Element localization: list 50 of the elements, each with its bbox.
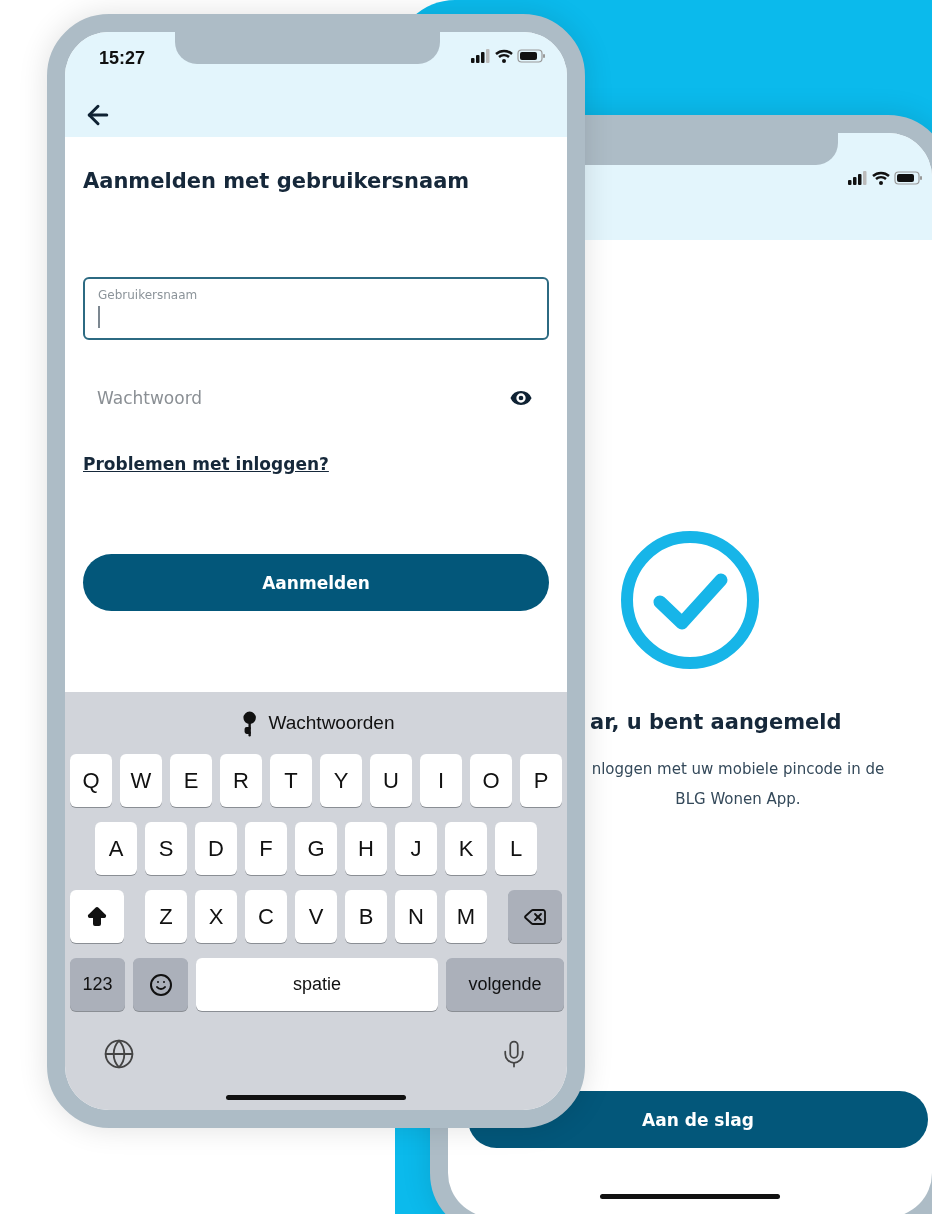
- keyboard-key[interactable]: S: [145, 822, 187, 875]
- keyboard-key[interactable]: Y: [320, 754, 362, 807]
- numbers-key[interactable]: 123: [70, 958, 125, 1011]
- keyboard-key[interactable]: L: [495, 822, 537, 875]
- keyboard-key[interactable]: K: [445, 822, 487, 875]
- success-title: ar, u bent aangemeld: [590, 710, 842, 734]
- backspace-key[interactable]: [508, 890, 562, 943]
- signal-icon: [471, 49, 490, 63]
- checkmark-circle-icon: [620, 530, 760, 670]
- keyboard-key[interactable]: A: [95, 822, 137, 875]
- keyboard-key[interactable]: H: [345, 822, 387, 875]
- keyboard-key[interactable]: B: [345, 890, 387, 943]
- keyboard-key[interactable]: N: [395, 890, 437, 943]
- keyboard-key[interactable]: J: [395, 822, 437, 875]
- success-message: nloggen met uw mobiele pincode in de BLG Wonen App.: [590, 759, 886, 810]
- status-time: 15:27: [99, 47, 146, 69]
- keyboard-key[interactable]: D: [195, 822, 237, 875]
- keyboard-key[interactable]: X: [195, 890, 237, 943]
- keyboard-key[interactable]: Q: [70, 754, 112, 807]
- keyboard-key[interactable]: M: [445, 890, 487, 943]
- wifi-icon: [494, 49, 514, 63]
- shift-icon: [85, 904, 109, 929]
- keyboard-key[interactable]: V: [295, 890, 337, 943]
- keyboard-key[interactable]: W: [120, 754, 162, 807]
- space-key[interactable]: spatie: [196, 958, 438, 1011]
- globe-icon[interactable]: [103, 1038, 135, 1070]
- keyboard-key[interactable]: F: [245, 822, 287, 875]
- keyboard-key[interactable]: P: [520, 754, 562, 807]
- emoji-key[interactable]: [133, 958, 188, 1011]
- keyboard-key[interactable]: Z: [145, 890, 187, 943]
- emoji-icon: [148, 972, 173, 997]
- return-key[interactable]: volgende: [446, 958, 564, 1011]
- keyboard-key[interactable]: R: [220, 754, 262, 807]
- wifi-icon: [871, 171, 891, 185]
- keyboard-key[interactable]: I: [420, 754, 462, 807]
- keyboard-key[interactable]: E: [170, 754, 212, 807]
- battery-icon: [894, 171, 922, 185]
- keyboard-key[interactable]: U: [370, 754, 412, 807]
- page-title: Aanmelden met gebruikersnaam: [83, 169, 471, 193]
- password-suggestion[interactable]: Wachtwoorden: [230, 708, 403, 738]
- battery-icon: [517, 49, 545, 63]
- password-field[interactable]: Wachtwoord: [97, 388, 397, 408]
- help-link[interactable]: Problemen met inloggen?: [83, 454, 329, 474]
- keyboard-key[interactable]: G: [295, 822, 337, 875]
- keyboard-key[interactable]: C: [245, 890, 287, 943]
- keyboard-key[interactable]: T: [270, 754, 312, 807]
- signal-icon: [848, 171, 867, 185]
- keyboard-key[interactable]: O: [470, 754, 512, 807]
- shift-key[interactable]: [70, 890, 124, 943]
- login-button[interactable]: Aanmelden: [83, 554, 549, 611]
